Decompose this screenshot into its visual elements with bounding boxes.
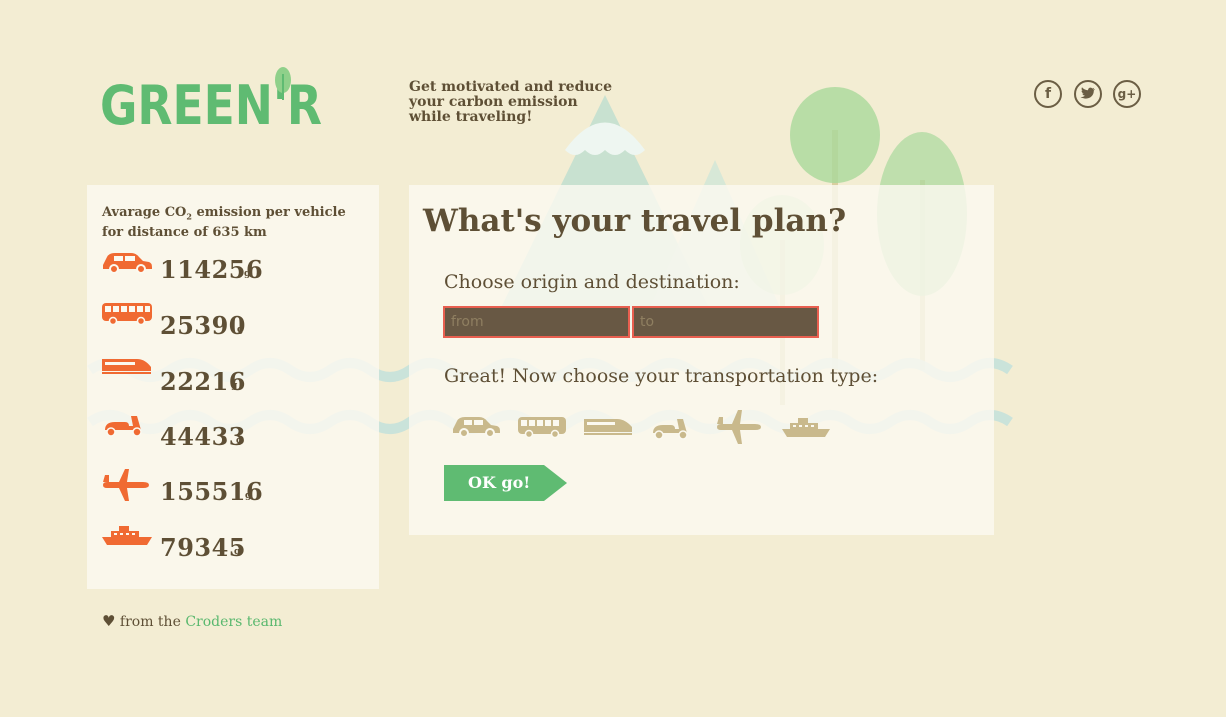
vehicle-row-bus: 25390 g [101, 303, 361, 343]
car-icon[interactable] [451, 407, 501, 447]
origin-destination-label: Choose origin and destination: [444, 271, 740, 293]
facebook-icon[interactable]: f [1034, 80, 1062, 108]
emission-value: 25390 [160, 311, 246, 340]
google-plus-glyph: g+ [1117, 87, 1137, 101]
emission-sidebar: Avarage CO2 emission per vehicle for dis… [87, 185, 379, 589]
vehicle-row-airplane: 155516 g [101, 467, 361, 507]
tagline-line: Get motivated and reduce [409, 79, 612, 95]
emission-unit: g [234, 547, 241, 557]
airplane-icon [103, 469, 149, 501]
train-icon [102, 359, 151, 374]
twitter-icon[interactable] [1074, 80, 1102, 108]
tagline: Get motivated and reduce your carbon emi… [409, 80, 629, 125]
bus-icon[interactable] [517, 407, 567, 447]
vehicle-row-car: 114256 g [101, 247, 361, 287]
title-text: Avarage CO [102, 205, 187, 220]
ship-icon [102, 526, 152, 545]
car-icon [103, 253, 152, 274]
facebook-glyph: f [1044, 86, 1052, 102]
scooter-icon[interactable] [649, 407, 699, 447]
heart-icon: ♥ [102, 612, 116, 630]
to-input[interactable] [632, 306, 819, 338]
bus-icon [102, 303, 152, 326]
emission-value: 44433 [160, 422, 246, 451]
travel-plan-panel: What's your travel plan? Choose origin a… [409, 185, 994, 535]
vehicle-row-scooter: 44433 g [101, 412, 361, 452]
ok-go-label: OK go! [468, 473, 531, 492]
page-title: What's your travel plan? [423, 203, 847, 239]
title-text: for distance of 635 km [102, 224, 267, 240]
from-input[interactable] [443, 306, 630, 338]
emission-unit: g [236, 436, 243, 446]
footer-text: from the [115, 614, 186, 630]
vehicle-row-ship: 79345 g [101, 523, 361, 563]
emission-unit: g [237, 325, 244, 335]
croders-team-link[interactable]: Croders team [185, 614, 282, 630]
scooter-icon [105, 416, 142, 437]
footer: ♥ from the Croders team [102, 612, 282, 630]
google-plus-icon[interactable]: g+ [1113, 80, 1141, 108]
greenr-logo[interactable]: GREEN'R [100, 66, 326, 128]
ship-icon[interactable] [781, 407, 831, 447]
sidebar-title: Avarage CO2 emission per vehicle for dis… [102, 205, 372, 241]
emission-unit: g [244, 269, 251, 279]
tagline-line: while traveling! [409, 109, 533, 125]
emission-unit: g [245, 491, 252, 501]
train-icon[interactable] [583, 407, 633, 447]
title-text: emission per vehicle [191, 205, 346, 220]
transport-type-label: Great! Now choose your transportation ty… [444, 365, 879, 387]
airplane-icon[interactable] [715, 407, 765, 447]
ok-go-button[interactable]: OK go! [444, 465, 568, 501]
emission-unit: g [231, 381, 238, 391]
twitter-bird-glyph [1080, 87, 1095, 99]
tagline-line: your carbon emission [409, 94, 578, 110]
vehicle-row-train: 22216 g [101, 357, 361, 397]
